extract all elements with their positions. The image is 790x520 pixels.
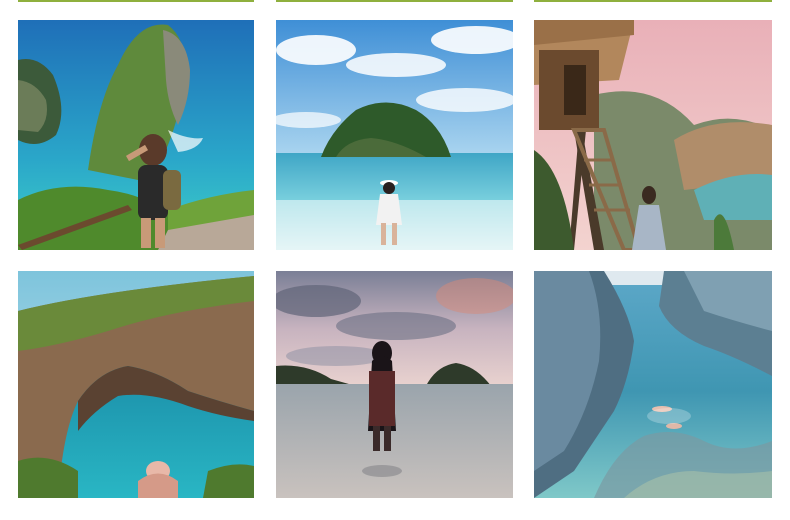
gallery-photo-rock-arch[interactable] xyxy=(18,271,254,498)
photo-rock-arch-image xyxy=(18,271,254,498)
photo-treehouse-image xyxy=(534,20,772,250)
photo-dusk-silhouette-image xyxy=(276,271,513,498)
gallery-photo-cliff-viewpoint[interactable] xyxy=(18,20,254,250)
photo-rocky-channel-image xyxy=(534,271,772,498)
gallery-photo-rocky-channel[interactable] xyxy=(534,271,772,498)
photo-gallery xyxy=(0,0,790,520)
divider-line xyxy=(534,0,772,2)
gallery-photo-island-wading[interactable] xyxy=(276,20,513,250)
gallery-photo-treehouse[interactable] xyxy=(534,20,772,250)
divider-line xyxy=(276,0,513,2)
photo-island-wading-image xyxy=(276,20,513,250)
divider-line xyxy=(18,0,254,2)
photo-cliff-viewpoint-image xyxy=(18,20,254,250)
gallery-photo-dusk-silhouette[interactable] xyxy=(276,271,513,498)
